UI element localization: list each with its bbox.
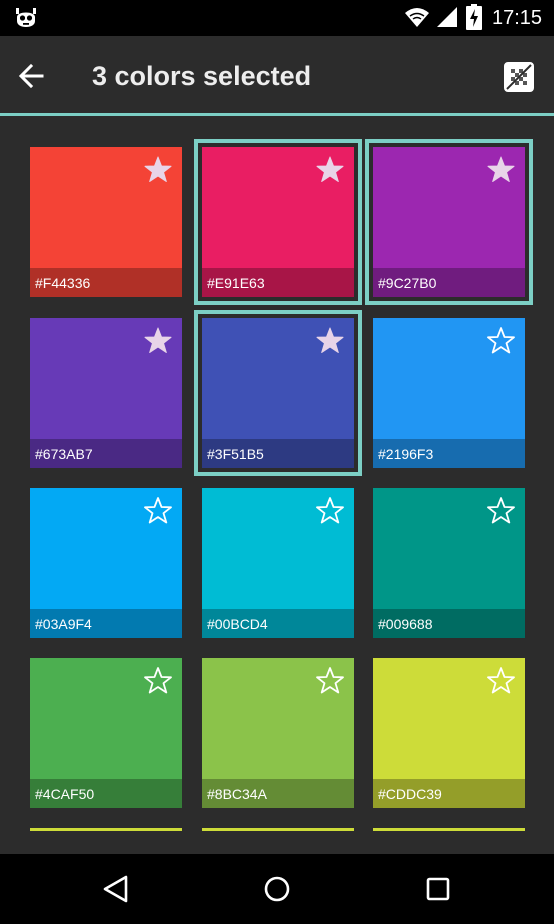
- color-label-bar: #9C27B0: [373, 268, 525, 297]
- nav-back-icon[interactable]: [98, 871, 134, 907]
- color-hex-label: #E91E63: [207, 275, 265, 291]
- color-tile[interactable]: #2196F3: [373, 318, 525, 468]
- star-outline-icon[interactable]: [143, 666, 173, 696]
- color-hex-label: #9C27B0: [378, 275, 437, 291]
- color-label-bar: #8BC34A: [202, 779, 354, 808]
- color-hex-label: #00BCD4: [207, 616, 268, 632]
- color-tile[interactable]: #E91E63: [194, 139, 362, 305]
- next-row-tile-edge: [202, 828, 354, 831]
- star-outline-icon[interactable]: [486, 326, 516, 356]
- color-hex-label: #F44336: [35, 275, 91, 291]
- star-outline-icon[interactable]: [486, 496, 516, 526]
- color-label-bar: #3F51B5: [202, 439, 354, 468]
- color-swatch-icon[interactable]: [502, 60, 536, 94]
- color-hex-label: #673AB7: [35, 446, 93, 462]
- color-hex-label: #03A9F4: [35, 616, 92, 632]
- star-filled-icon[interactable]: [486, 155, 516, 185]
- color-grid: #F44336 #E91E63 #9C27B0 #673AB7 #3F51B5 #2196…: [0, 116, 554, 854]
- next-row-tile-edge: [30, 828, 182, 831]
- star-outline-icon[interactable]: [143, 496, 173, 526]
- color-label-bar: #E91E63: [202, 268, 354, 297]
- color-tile[interactable]: #F44336: [30, 147, 182, 297]
- color-label-bar: #F44336: [30, 268, 182, 297]
- status-bar: 17:15: [0, 0, 554, 36]
- nav-home-icon[interactable]: [259, 871, 295, 907]
- color-hex-label: #2196F3: [378, 446, 434, 462]
- back-arrow-icon[interactable]: [14, 58, 50, 94]
- color-hex-label: #8BC34A: [207, 786, 267, 802]
- color-tile[interactable]: #3F51B5: [194, 310, 362, 476]
- navigation-bar: [0, 854, 554, 924]
- star-filled-icon[interactable]: [315, 155, 345, 185]
- star-filled-icon[interactable]: [143, 155, 173, 185]
- star-outline-icon[interactable]: [315, 666, 345, 696]
- next-row-tile-edge: [373, 828, 525, 831]
- color-label-bar: #673AB7: [30, 439, 182, 468]
- color-hex-label: #4CAF50: [35, 786, 95, 802]
- star-outline-icon[interactable]: [315, 496, 345, 526]
- color-label-bar: #009688: [373, 609, 525, 638]
- star-outline-icon[interactable]: [486, 666, 516, 696]
- cyanogen-mod-icon: [16, 8, 36, 27]
- color-tile[interactable]: #4CAF50: [30, 658, 182, 808]
- color-tile[interactable]: #673AB7: [30, 318, 182, 468]
- color-tile[interactable]: #CDDC39: [373, 658, 525, 808]
- nav-recents-icon[interactable]: [420, 871, 456, 907]
- wifi-icon: [405, 8, 429, 27]
- action-bar: 3 colors selected: [0, 36, 554, 116]
- color-tile[interactable]: #00BCD4: [202, 488, 354, 638]
- color-tile[interactable]: #9C27B0: [365, 139, 533, 305]
- color-label-bar: #4CAF50: [30, 779, 182, 808]
- status-clock: 17:15: [492, 7, 543, 29]
- battery-charging-icon: [466, 4, 482, 30]
- star-filled-icon[interactable]: [315, 326, 345, 356]
- color-label-bar: #2196F3: [373, 439, 525, 468]
- color-tile[interactable]: #8BC34A: [202, 658, 354, 808]
- cell-signal-icon: [437, 7, 457, 27]
- color-hex-label: #3F51B5: [207, 446, 264, 462]
- color-hex-label: #009688: [378, 616, 433, 632]
- color-label-bar: #CDDC39: [373, 779, 525, 808]
- color-tile[interactable]: #009688: [373, 488, 525, 638]
- color-hex-label: #CDDC39: [378, 786, 442, 802]
- color-label-bar: #00BCD4: [202, 609, 354, 638]
- selection-title: 3 colors selected: [92, 61, 312, 91]
- star-filled-icon[interactable]: [143, 326, 173, 356]
- color-label-bar: #03A9F4: [30, 609, 182, 638]
- color-tile[interactable]: #03A9F4: [30, 488, 182, 638]
